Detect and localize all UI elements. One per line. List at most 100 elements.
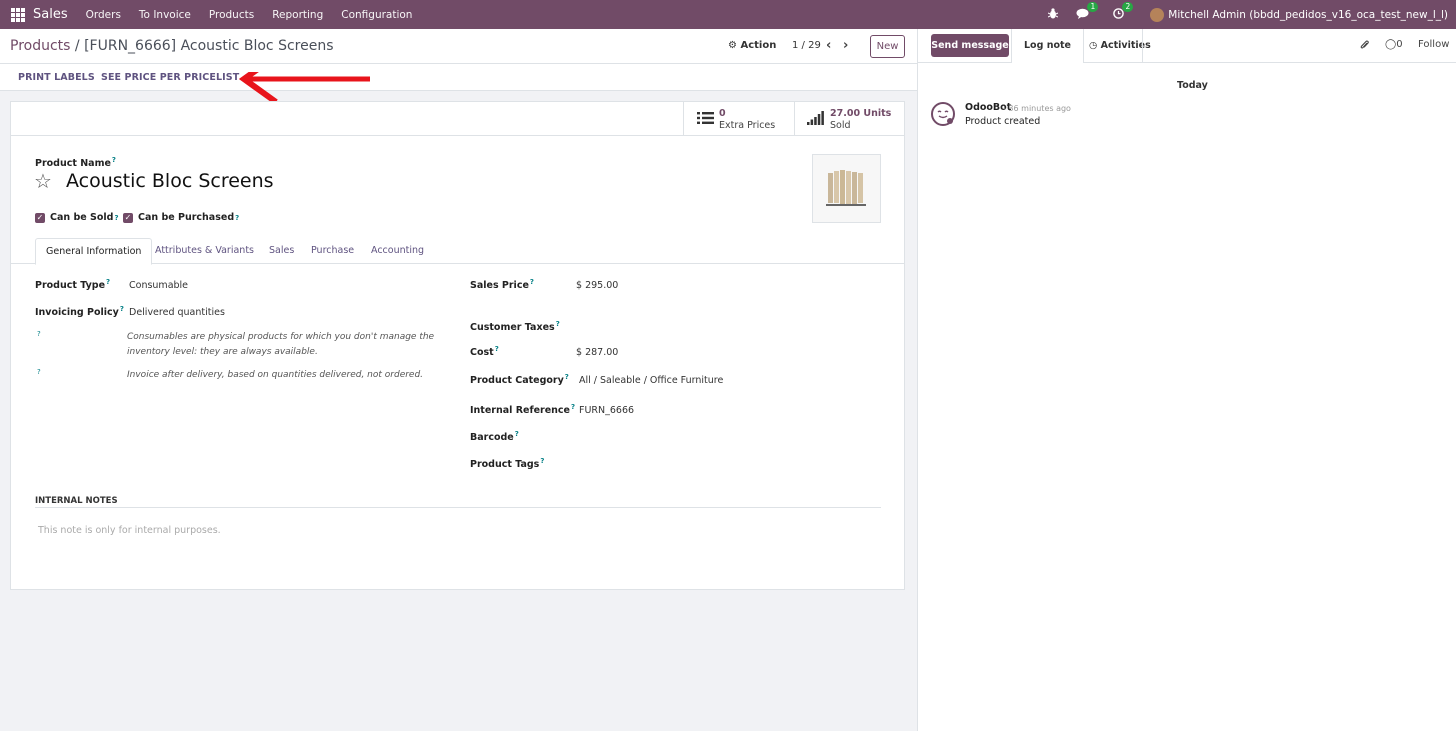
activities-button[interactable]: ◷ Activities [1077,29,1163,63]
pager-next-icon[interactable]: › [843,38,848,53]
menu-to-invoice[interactable]: To Invoice [139,9,191,21]
help-tooltip-icon[interactable]: ? [37,368,41,376]
help-tooltip-icon[interactable]: ? [565,373,569,381]
checkbox-checked-icon: ✓ [123,212,133,223]
checkbox-checked-icon: ✓ [35,212,45,223]
send-message-button[interactable]: Send message [931,34,1009,57]
product-type-label: Product Type? [35,278,110,291]
help-tooltip-icon[interactable]: ? [571,403,575,411]
can-be-purchased-checkbox[interactable]: ✓ Can be Purchased? [123,212,239,223]
navbar-systray: 1 2 Mitchell Admin (bbdd_pedidos_v16_oca… [1048,0,1448,29]
can-be-sold-checkbox[interactable]: ✓ Can be Sold? [35,212,119,223]
user-icon: ◯ [1385,39,1397,50]
tab-attributes-variants[interactable]: Attributes & Variants [145,238,264,264]
barcode-label: Barcode? [470,430,519,443]
barcode-field[interactable] [576,428,876,442]
message-timestamp: - 36 minutes ago [1003,104,1071,113]
internal-notes-heading: INTERNAL NOTES [35,496,118,506]
customer-taxes-field[interactable] [576,318,876,332]
cost-field[interactable]: $ 287.00 [576,347,618,358]
menu-configuration[interactable]: Configuration [341,9,412,21]
odoobot-avatar[interactable] [931,102,955,126]
tab-general-information[interactable]: General Information [35,238,153,265]
consumable-help-line-2: inventory level: they are always availab… [127,347,318,357]
internal-notes-field[interactable]: This note is only for internal purposes. [38,525,221,536]
product-name-field[interactable]: Acoustic Bloc Screens [66,170,274,192]
smart-button-box: 0 Extra Prices 27.00 Units Sold [11,102,904,136]
follow-button[interactable]: Follow [1418,39,1449,50]
product-category-field[interactable]: All / Saleable / Office Furniture [579,375,723,386]
signal-bars-icon [807,111,824,128]
product-category-label-text: Product Category [470,375,564,387]
tab-sales[interactable]: Sales [259,238,304,264]
invoicing-policy-field[interactable]: Delivered quantities [129,307,225,318]
help-tooltip-icon[interactable]: ? [37,330,41,338]
followers-button[interactable]: ◯0 [1385,39,1403,50]
tab-accounting[interactable]: Accounting [361,238,434,264]
menu-orders[interactable]: Orders [86,9,121,21]
internal-reference-field[interactable]: FURN_6666 [579,405,634,416]
app-name[interactable]: Sales [33,7,68,22]
sales-price-label: Sales Price? [470,278,534,291]
product-tags-label-text: Product Tags [470,459,540,471]
menu-reporting[interactable]: Reporting [272,9,323,21]
chatter-topbar: Send message Log note ◷ Activities ◯0 Fo… [918,29,1456,63]
product-tags-label: Product Tags? [470,457,544,470]
form-header: PRINT LABELS SEE PRICE PER PRICELIST [0,64,917,91]
cost-label-text: Cost [470,347,494,359]
consumable-help-text: Consumables are physical products for wh… [127,330,434,360]
paperclip-icon[interactable] [1359,39,1370,54]
breadcrumb: Products / [FURN_6666] Acoustic Bloc Scr… [10,38,334,54]
sold-smart-button[interactable]: 27.00 Units Sold [794,102,904,135]
activities-clock-icon[interactable]: 2 [1113,1,1134,22]
invoice-policy-help-text: Invoice after delivery, based on quantit… [127,370,424,380]
help-tooltip-icon[interactable]: ? [106,278,110,286]
print-labels-button[interactable]: PRINT LABELS [18,72,95,83]
help-tooltip-icon[interactable]: ? [515,430,519,438]
see-price-per-pricelist-button[interactable]: SEE PRICE PER PRICELIST [101,72,239,83]
product-category-label: Product Category? [470,373,569,386]
favorite-star-icon[interactable]: ☆ [34,169,52,193]
gear-icon: ⚙ [728,40,737,51]
help-tooltip-icon[interactable]: ? [530,278,534,286]
menu-products[interactable]: Products [209,9,254,21]
sales-price-label-text: Sales Price [470,280,529,292]
product-name-label-text: Product Name [35,158,111,170]
activities-label: Activities [1100,40,1151,51]
internal-reference-label-text: Internal Reference [470,405,571,417]
apps-grid-icon[interactable] [11,7,25,22]
extra-prices-smart-button[interactable]: 0 Extra Prices [683,102,794,135]
help-tooltip-icon[interactable]: ? [540,457,544,465]
pager-value[interactable]: 1 / 29 [792,40,821,51]
messages-icon[interactable]: 1 [1076,1,1099,22]
help-tooltip-icon[interactable]: ? [120,305,124,313]
help-tooltip-icon[interactable]: ? [556,320,560,328]
followers-count: 0 [1396,39,1403,50]
pager-previous-icon[interactable]: ‹ [826,38,831,53]
tab-purchase[interactable]: Purchase [301,238,364,264]
product-tags-field[interactable] [576,455,876,469]
help-tooltip-icon[interactable]: ? [114,214,118,222]
product-type-field[interactable]: Consumable [129,280,188,291]
new-button[interactable]: New [870,35,905,58]
help-tooltip-icon[interactable]: ? [495,345,499,353]
chatter-tab-divider [1142,29,1143,63]
user-avatar[interactable] [1150,7,1165,22]
breadcrumb-current: [FURN_6666] Acoustic Bloc Screens [84,38,334,54]
sales-price-field[interactable]: $ 295.00 [576,280,618,291]
internal-reference-label: Internal Reference? [470,403,575,416]
help-tooltip-icon[interactable]: ? [112,156,116,164]
customer-taxes-label: Customer Taxes? [470,320,560,333]
invoicing-policy-label-text: Invoicing Policy [35,307,119,319]
action-menu-button[interactable]: ⚙ Action [728,40,776,51]
user-menu[interactable]: Mitchell Admin (bbdd_pedidos_v16_oca_tes… [1168,9,1448,21]
extra-prices-count: 0 [719,108,726,119]
sold-quantity: 27.00 Units [830,108,892,119]
help-tooltip-icon[interactable]: ? [235,214,239,222]
bug-icon[interactable] [1048,7,1059,22]
product-type-label-text: Product Type [35,280,106,292]
activities-badge: 2 [1122,1,1134,12]
log-note-button[interactable]: Log note [1011,29,1084,63]
product-image[interactable] [812,154,881,223]
breadcrumb-products[interactable]: Products [10,38,70,54]
